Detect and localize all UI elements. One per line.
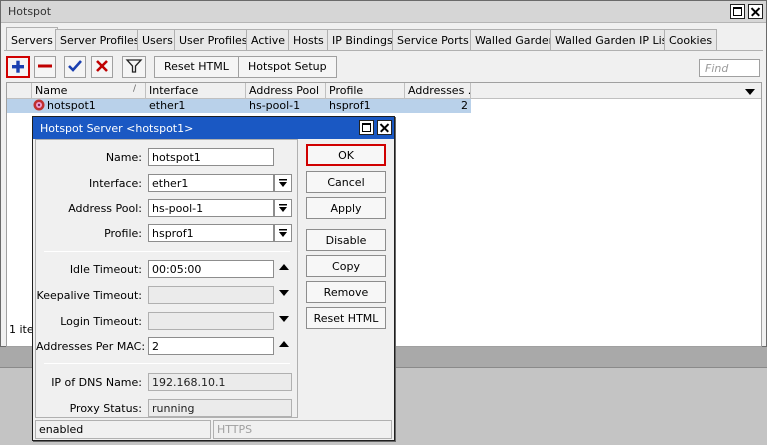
keepalive-timeout-label: Keepalive Timeout: [36, 289, 142, 302]
dropdown-icon [279, 179, 287, 187]
minus-icon [38, 64, 52, 68]
ip-of-dns-name-label: IP of DNS Name: [51, 376, 142, 389]
addresses-per-mac-label: Addresses Per MAC: [36, 340, 146, 353]
addresses-per-mac-toggle[interactable] [276, 337, 290, 355]
hotspot-setup-button[interactable]: Hotspot Setup [238, 56, 337, 78]
dialog-titlebar[interactable]: Hotspot Server <hotspot1> [33, 117, 394, 139]
tab-walled-garden-ip-list[interactable]: Walled Garden IP List [550, 29, 677, 51]
row-address-pool: hs-pool-1 [249, 99, 301, 112]
interface-select[interactable]: ether1 [148, 174, 274, 192]
tab-server-profiles[interactable]: Server Profiles [55, 29, 145, 51]
tab-active[interactable]: Active [246, 29, 291, 51]
keepalive-timeout-input[interactable] [148, 286, 274, 304]
idle-timeout-input[interactable]: 00:05:00 [148, 260, 274, 278]
reset-html-button[interactable]: Reset HTML [154, 56, 239, 78]
plus-icon [12, 60, 24, 73]
status-https: HTTPS [213, 420, 392, 439]
dialog-title: Hotspot Server <hotspot1> [40, 122, 194, 135]
login-timeout-label: Login Timeout: [60, 315, 142, 328]
filter-icon [125, 59, 143, 73]
login-timeout-toggle[interactable] [276, 312, 290, 330]
tab-walled-garden[interactable]: Walled Garden [470, 29, 561, 51]
dialog-close-button[interactable] [377, 120, 392, 135]
disable-server-button[interactable]: Disable [306, 229, 386, 251]
chevron-down-icon [745, 89, 755, 95]
maximize-icon [733, 7, 742, 16]
filter-button[interactable] [122, 56, 146, 78]
caret-down-icon [279, 316, 289, 322]
address-pool-label: Address Pool: [68, 202, 142, 215]
window-title: Hotspot [8, 5, 52, 18]
enable-button[interactable] [64, 56, 86, 78]
maximize-button[interactable] [730, 4, 745, 19]
dialog-form: Name: hotspot1 Interface: ether1 Address… [35, 139, 298, 418]
check-icon [68, 60, 82, 72]
column-interface[interactable]: Interface [146, 83, 246, 99]
column-menu-button[interactable] [745, 86, 755, 99]
addresses-per-mac-input[interactable]: 2 [148, 337, 274, 355]
profile-select[interactable]: hsprof1 [148, 224, 274, 242]
caret-up-icon [279, 341, 289, 347]
caret-up-icon [279, 264, 289, 270]
column-addresses[interactable]: Addresses ... [405, 83, 471, 99]
ok-button[interactable]: OK [306, 144, 386, 166]
profile-dropdown-button[interactable] [274, 224, 292, 242]
window-titlebar[interactable]: Hotspot [1, 1, 766, 23]
tab-users[interactable]: Users [137, 29, 178, 51]
row-addresses: 2 [461, 99, 468, 112]
address-pool-dropdown-button[interactable] [274, 199, 292, 217]
proxy-status-label: Proxy Status: [69, 402, 142, 415]
profile-label: Profile: [104, 227, 142, 240]
table-row[interactable]: hotspot1 ether1 hs-pool-1 hsprof1 2 [7, 99, 471, 113]
interface-label: Interface: [89, 177, 142, 190]
column-profile[interactable]: Profile [326, 83, 405, 99]
cancel-button[interactable]: Cancel [306, 171, 386, 193]
row-name: hotspot1 [47, 99, 96, 112]
tab-service-ports[interactable]: Service Ports [392, 29, 474, 51]
status-enabled: enabled [35, 420, 211, 439]
keepalive-timeout-toggle[interactable] [276, 286, 290, 304]
hotspot-server-dialog: Hotspot Server <hotspot1> Name: hotspot1… [32, 116, 395, 441]
remove-button[interactable] [34, 56, 56, 78]
tab-hosts[interactable]: Hosts [288, 29, 329, 51]
caret-down-icon [279, 290, 289, 296]
disable-button[interactable] [91, 56, 113, 78]
separator [44, 251, 290, 252]
row-interface: ether1 [149, 99, 186, 112]
idle-timeout-toggle[interactable] [276, 260, 290, 278]
proxy-status-value: running [148, 399, 292, 417]
name-label: Name: [105, 151, 142, 164]
x-icon [96, 60, 108, 72]
sort-icon: / [133, 84, 137, 94]
dialog-reset-html-button[interactable]: Reset HTML [306, 307, 386, 329]
dropdown-icon [279, 204, 287, 212]
name-input[interactable]: hotspot1 [148, 148, 274, 166]
add-button[interactable] [6, 56, 30, 78]
dropdown-icon [279, 229, 287, 237]
close-button[interactable] [748, 4, 763, 19]
idle-timeout-label: Idle Timeout: [69, 263, 142, 276]
table-header: Name / Interface Address Pool Profile Ad… [7, 83, 761, 99]
ip-of-dns-name-value: 192.168.10.1 [148, 373, 292, 391]
column-name[interactable]: Name [32, 83, 146, 99]
copy-button[interactable]: Copy [306, 255, 386, 277]
dialog-status-bar: enabled HTTPS [35, 420, 392, 439]
tab-servers[interactable]: Servers [6, 27, 58, 50]
maximize-icon [362, 123, 371, 132]
separator [44, 363, 290, 364]
dialog-maximize-button[interactable] [359, 120, 374, 135]
find-input[interactable]: Find [699, 59, 760, 77]
remove-server-button[interactable]: Remove [306, 281, 386, 303]
tab-ip-bindings[interactable]: IP Bindings [327, 29, 398, 51]
tab-user-profiles[interactable]: User Profiles [174, 29, 253, 51]
interface-dropdown-button[interactable] [274, 174, 292, 192]
login-timeout-input[interactable] [148, 312, 274, 330]
address-pool-select[interactable]: hs-pool-1 [148, 199, 274, 217]
apply-button[interactable]: Apply [306, 197, 386, 219]
tab-cookies[interactable]: Cookies [664, 29, 718, 51]
row-profile: hsprof1 [329, 99, 371, 112]
column-address-pool[interactable]: Address Pool [246, 83, 326, 99]
